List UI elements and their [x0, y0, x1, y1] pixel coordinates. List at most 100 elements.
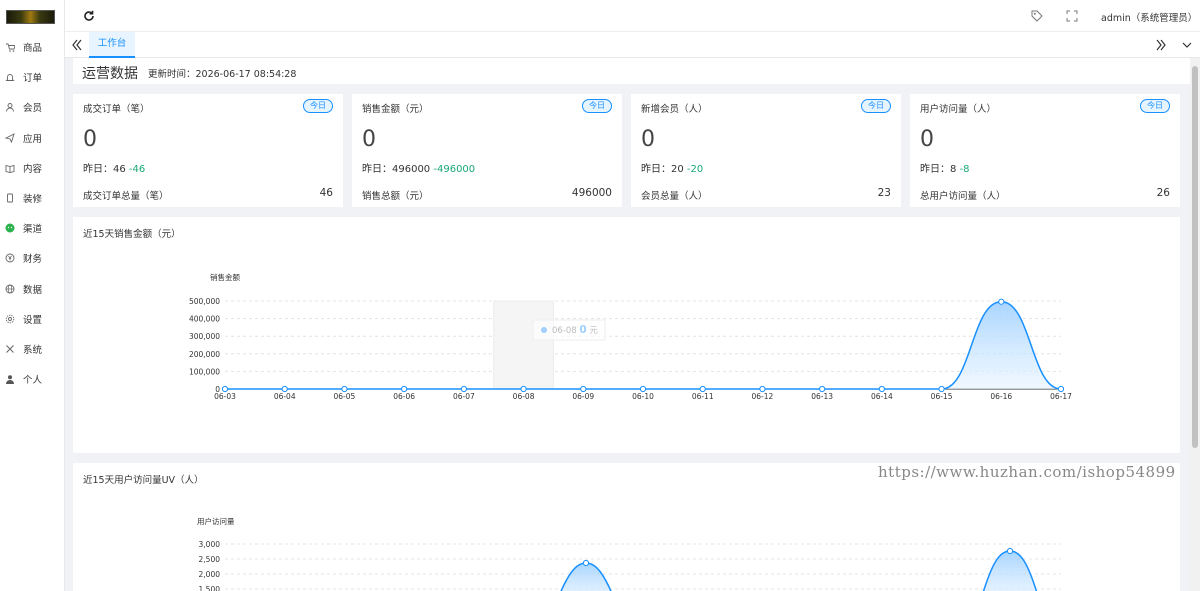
data-point [759, 385, 766, 393]
sidebar: 商品订单会员应用 内容装修渠道财务数据 设置系统个人 [0, 0, 65, 591]
sidebar-item-2[interactable]: 会员 [0, 92, 64, 122]
data-point [938, 385, 945, 393]
wechat-icon [5, 223, 15, 233]
sidebar-item-9[interactable]: 设置 [0, 304, 64, 334]
yesterday-diff: -496000 [433, 164, 476, 175]
stat-card-orders: 成交订单（笔） 今日 0 昨日：46 -46 成交订单总量（笔） 46 [73, 94, 343, 207]
y-tick-label: 200,000 [189, 350, 220, 359]
sidebar-item-11[interactable]: 个人 [0, 364, 64, 394]
data-point [520, 385, 527, 393]
sidebar-item-3[interactable]: 应用 [0, 123, 64, 153]
user-menu[interactable]: admin（系统管理员） [1101, 10, 1200, 24]
x-tick-label: 06-16 [990, 392, 1012, 401]
tooltip-value: 0 [579, 324, 586, 336]
today-badge: 今日 [1140, 99, 1170, 113]
sidebar-nav: 商品订单会员应用 内容装修渠道财务数据 设置系统个人 [0, 32, 64, 394]
phone-icon [5, 193, 15, 203]
data-point [341, 385, 348, 393]
card-total-value: 46 [319, 187, 333, 199]
x-tick-label: 06-10 [632, 392, 654, 401]
card-total-value: 496000 [571, 187, 612, 199]
globe-icon [5, 284, 15, 294]
sidebar-item-7[interactable]: 财务 [0, 243, 64, 273]
sidebar-item-6[interactable]: 渠道 [0, 213, 64, 243]
card-total-label: 销售总额（元） [362, 191, 429, 202]
double-chevron-right-icon[interactable] [1155, 38, 1167, 52]
yesterday-label: 昨日：46 [83, 164, 126, 175]
refresh-icon[interactable] [83, 10, 95, 22]
tabs-bar: 工作台 [65, 32, 1200, 58]
book-icon [5, 163, 15, 173]
data-point [281, 385, 288, 393]
logo[interactable] [6, 10, 55, 24]
data-point [1006, 547, 1014, 555]
sidebar-item-5[interactable]: 装修 [0, 183, 64, 213]
update-time: 更新时间：2026-06-17 08:54:28 [148, 69, 297, 80]
sidebar-item-1[interactable]: 订单 [0, 62, 64, 92]
sidebar-item-4[interactable]: 内容 [0, 153, 64, 183]
sidebar-item-8[interactable]: 数据 [0, 274, 64, 304]
x-tick-label: 06-04 [274, 392, 296, 401]
yen-icon [5, 253, 15, 263]
user-icon [5, 102, 15, 113]
data-point [878, 385, 885, 393]
yesterday-diff: -46 [128, 164, 146, 175]
sales-chart[interactable]: 销售金额 0 100,000 200,000 300,000 400,000 500,000… [73, 217, 1180, 453]
y-tick-label: 2,500 [199, 555, 221, 564]
sidebar-item-label: 系统 [23, 344, 43, 356]
tooltip-text: 06-08 0 元 [552, 324, 598, 336]
card-total-label: 总用户访问量（人） [920, 191, 1006, 202]
y-tick-label: 300,000 [189, 332, 220, 341]
card-value: 0 [920, 127, 934, 152]
tag-icon[interactable] [1031, 10, 1043, 22]
stat-card-visits: 用户访问量（人） 今日 0 昨日：8 -8 总用户访问量（人） 26 [910, 94, 1180, 207]
series-line [224, 300, 1062, 390]
x-tick-label: 06-08 [513, 392, 535, 401]
overview-header: 运营数据 更新时间：2026-06-17 08:54:28 [73, 58, 1190, 84]
sidebar-item-0[interactable]: 商品 [0, 32, 64, 62]
data-point [580, 385, 587, 393]
card-total-value: 23 [877, 187, 891, 199]
sidebar-item-10[interactable]: 系统 [0, 334, 64, 364]
data-point [401, 385, 408, 393]
send-icon [5, 132, 15, 143]
chevron-down-icon[interactable] [1181, 39, 1193, 51]
sidebar-item-label: 会员 [23, 103, 43, 115]
yesterday-label: 昨日：496000 [362, 164, 431, 175]
sidebar-item-label: 财务 [23, 254, 43, 266]
card-total-value: 26 [1156, 187, 1170, 199]
card-yesterday: 昨日：20 -20 [641, 160, 703, 175]
x-tick-label: 06-11 [692, 392, 714, 401]
gear-icon [5, 314, 15, 324]
stat-card-sales: 销售金额（元） 今日 0 昨日：496000 -496000 销售总额（元） 4… [352, 94, 622, 207]
tooltip-date: 06-08 [552, 326, 579, 336]
sidebar-item-label: 装修 [23, 194, 43, 206]
uv-chart[interactable]: 用户访问量 1,500 2,000 2,500 3,000 [73, 463, 1180, 591]
card-value: 0 [83, 127, 97, 152]
cart-icon [5, 42, 15, 52]
card-title: 用户访问量（人） [920, 104, 997, 115]
card-yesterday: 昨日：8 -8 [920, 160, 970, 175]
scrollbar-thumb[interactable] [1192, 66, 1198, 448]
vertical-scrollbar[interactable] [1190, 58, 1200, 591]
yesterday-label: 昨日：20 [641, 164, 684, 175]
data-point [582, 559, 590, 567]
y-axis-label: 销售金额 [210, 272, 240, 282]
x-tick-label: 06-03 [214, 392, 236, 401]
fullscreen-icon[interactable] [1066, 10, 1078, 22]
y-tick-label: 3,000 [199, 540, 221, 549]
data-point [819, 385, 826, 393]
chart-tooltip: 06-08 0 元 [532, 319, 606, 341]
sidebar-item-label: 商品 [23, 43, 43, 55]
area-fill [225, 301, 1061, 389]
double-chevron-left-icon[interactable] [71, 38, 83, 52]
card-yesterday: 昨日：46 -46 [83, 160, 145, 175]
bell-icon [5, 72, 15, 82]
card-value: 0 [641, 127, 655, 152]
data-point [460, 385, 467, 393]
y-axis-label: 用户访问量 [197, 516, 235, 526]
y-tick-label: 500,000 [189, 297, 220, 306]
person-icon [5, 374, 15, 385]
tab-workbench[interactable]: 工作台 [89, 32, 135, 58]
page-title: 运营数据 [82, 66, 138, 82]
